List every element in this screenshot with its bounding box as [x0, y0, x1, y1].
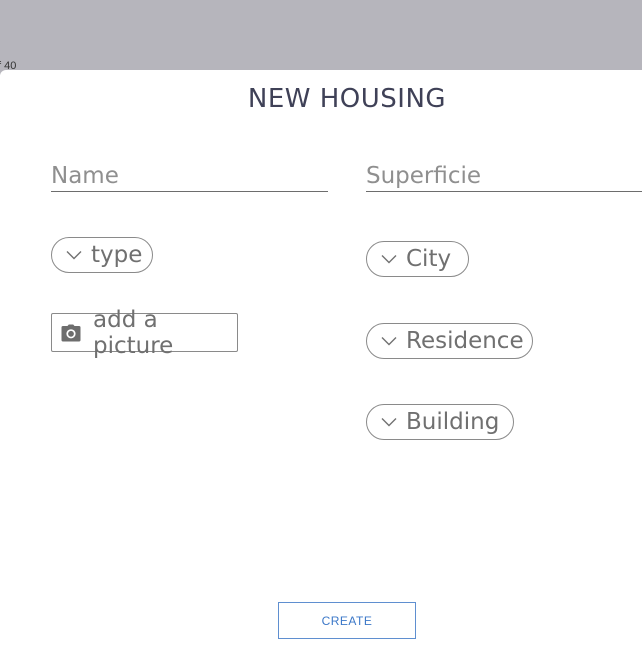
superficie-input[interactable]: [366, 161, 642, 191]
building-select[interactable]: Building: [366, 404, 514, 440]
residence-select[interactable]: Residence: [366, 323, 533, 359]
type-select-label: type: [91, 242, 143, 268]
building-select-label: Building: [406, 409, 500, 435]
city-select[interactable]: City: [366, 241, 469, 277]
chevron-down-icon: [381, 417, 397, 427]
camera-icon: [61, 324, 81, 342]
chevron-down-icon: [66, 250, 82, 260]
new-housing-modal: NEW HOUSING type add a picture City: [0, 70, 642, 670]
chevron-down-icon: [381, 336, 397, 346]
modal-backdrop: [0, 0, 642, 70]
create-button[interactable]: CREATE: [278, 602, 416, 639]
type-select[interactable]: type: [51, 237, 153, 273]
add-picture-button[interactable]: add a picture: [51, 307, 238, 359]
superficie-field-wrapper: [366, 161, 642, 192]
name-field-wrapper: [51, 161, 328, 192]
city-select-label: City: [406, 246, 452, 272]
chevron-down-icon: [381, 254, 397, 264]
residence-select-label: Residence: [406, 328, 524, 354]
add-picture-label: add a picture: [93, 306, 174, 359]
name-input[interactable]: [51, 161, 328, 191]
modal-title: NEW HOUSING: [247, 84, 447, 114]
